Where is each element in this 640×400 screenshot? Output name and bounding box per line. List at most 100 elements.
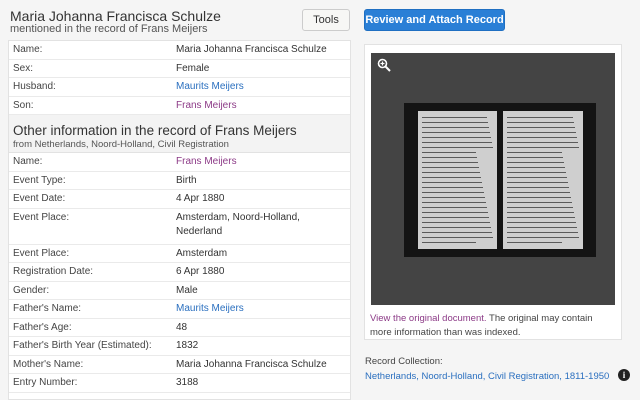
husband-link[interactable]: Maurits Meijers — [176, 78, 346, 94]
row-label: Entry Number: — [13, 377, 78, 388]
info-icon[interactable]: i — [618, 369, 630, 381]
table-row: Registration Date: 6 Apr 1880 — [9, 263, 350, 282]
handwriting-line — [422, 177, 481, 178]
handwriting-line — [422, 227, 491, 228]
other-info-header: Other information in the record of Frans… — [9, 115, 350, 153]
handwriting-line — [507, 177, 567, 178]
handwriting-line — [422, 162, 478, 163]
handwriting-line — [422, 167, 479, 168]
row-label: Event Place: — [13, 247, 70, 259]
name-link[interactable]: Frans Meijers — [176, 153, 346, 169]
handwriting-line — [507, 212, 574, 213]
handwriting-line — [422, 147, 493, 148]
record-header: Maria Johanna Francisca Schulze mentione… — [0, 0, 640, 40]
handwriting-line — [507, 202, 572, 203]
table-row: Father's Age: 48 — [9, 319, 350, 337]
table-row: Son: Frans Meijers — [9, 97, 350, 115]
handwriting-line — [507, 142, 578, 143]
row-label: Father's Name: — [13, 303, 82, 314]
handwriting-line — [422, 172, 480, 173]
row-value: Amsterdam, Noord-Holland, Nederland — [176, 211, 300, 237]
section-title: Other information in the record of Frans… — [13, 123, 297, 138]
record-collection-label: Record Collection: — [365, 356, 443, 367]
handwriting-line — [422, 207, 487, 208]
father-link[interactable]: Maurits Meijers — [176, 300, 346, 316]
record-collection-link[interactable]: Netherlands, Noord-Holland, Civil Regist… — [365, 370, 615, 383]
handwriting-line — [507, 152, 562, 153]
record-details-panel: Name: Maria Johanna Francisca Schulze Se… — [8, 40, 351, 400]
table-row: Husband: Maurits Meijers — [9, 78, 350, 97]
handwriting-line — [422, 117, 487, 118]
table-row: Name: Frans Meijers — [9, 153, 350, 172]
table-row: Mother's Name: Maria Johanna Francisca S… — [9, 356, 350, 374]
handwriting-line — [507, 132, 576, 133]
handwriting-line — [422, 132, 490, 133]
row-label: Event Place: — [13, 211, 70, 223]
row-value: 4 Apr 1880 — [176, 193, 225, 204]
row-value: 48 — [176, 321, 188, 333]
handwriting-line — [422, 222, 490, 223]
handwriting-line — [507, 237, 579, 238]
handwriting-line — [507, 187, 569, 188]
handwriting-line — [507, 127, 575, 128]
handwriting-line — [422, 217, 489, 218]
other-info-table: Name: Frans Meijers Event Type: Birth Ev… — [9, 153, 350, 393]
handwriting-line — [422, 202, 486, 203]
handwriting-line — [422, 237, 493, 238]
son-link[interactable]: Frans Meijers — [176, 97, 346, 113]
row-label: Registration Date: — [13, 266, 94, 277]
handwriting-line — [422, 197, 485, 198]
document-viewer-panel: View the original document. The original… — [364, 44, 622, 340]
handwriting-line — [507, 137, 577, 138]
review-attach-button[interactable]: Review and Attach Record — [364, 9, 505, 31]
row-label: Name: — [13, 156, 43, 167]
handwriting-line — [507, 167, 565, 168]
table-row: Event Date: 4 Apr 1880 — [9, 190, 350, 209]
person-table: Name: Maria Johanna Francisca Schulze Se… — [9, 41, 350, 115]
row-label: Son: — [13, 99, 34, 111]
handwriting-line — [507, 157, 563, 158]
document-image-viewer[interactable] — [371, 53, 615, 305]
section-subtitle: from Netherlands, Noord-Holland, Civil R… — [13, 139, 229, 150]
handwriting-line — [507, 207, 573, 208]
row-label: Event Type: — [13, 174, 66, 186]
handwriting-line — [422, 182, 482, 183]
handwriting-line — [422, 142, 492, 143]
row-value: 6 Apr 1880 — [176, 266, 225, 277]
document-thumbnail[interactable] — [404, 103, 596, 257]
row-label: Event Date: — [13, 193, 66, 204]
document-page-right — [503, 111, 583, 249]
handwriting-line — [422, 122, 488, 123]
handwriting-line — [422, 242, 476, 243]
table-row: Sex: Female — [9, 60, 350, 78]
row-label: Father's Birth Year (Estimated): — [13, 340, 152, 351]
handwriting-line — [422, 127, 489, 128]
row-label: Name: — [13, 44, 43, 55]
handwriting-line — [507, 197, 571, 198]
table-row: Name: Maria Johanna Francisca Schulze — [9, 41, 350, 60]
row-value: Male — [176, 284, 198, 296]
handwriting-line — [507, 182, 568, 183]
handwriting-line — [507, 162, 564, 163]
table-row: Entry Number: 3188 — [9, 374, 350, 393]
person-subtitle: mentioned in the record of Frans Meijers — [10, 23, 208, 35]
handwriting-line — [422, 192, 484, 193]
row-label: Sex: — [13, 62, 34, 74]
row-value: Maria Johanna Francisca Schulze — [176, 44, 327, 55]
handwriting-line — [422, 187, 483, 188]
table-row: Father's Birth Year (Estimated): 1832 — [9, 337, 350, 356]
table-row: Event Place: Amsterdam, Noord-Holland, N… — [9, 209, 350, 245]
handwriting-line — [422, 212, 488, 213]
handwriting-line — [507, 222, 576, 223]
handwriting-line — [422, 232, 492, 233]
handwriting-line — [507, 147, 579, 148]
row-label: Husband: — [13, 81, 56, 92]
handwriting-line — [507, 117, 573, 118]
view-original-link[interactable]: View the original document. — [370, 313, 487, 324]
document-page-left — [418, 111, 497, 249]
tools-button[interactable]: Tools — [302, 9, 350, 31]
zoom-in-icon[interactable] — [377, 58, 391, 72]
handwriting-line — [422, 137, 491, 138]
handwriting-line — [507, 242, 562, 243]
row-value: Female — [176, 62, 210, 74]
